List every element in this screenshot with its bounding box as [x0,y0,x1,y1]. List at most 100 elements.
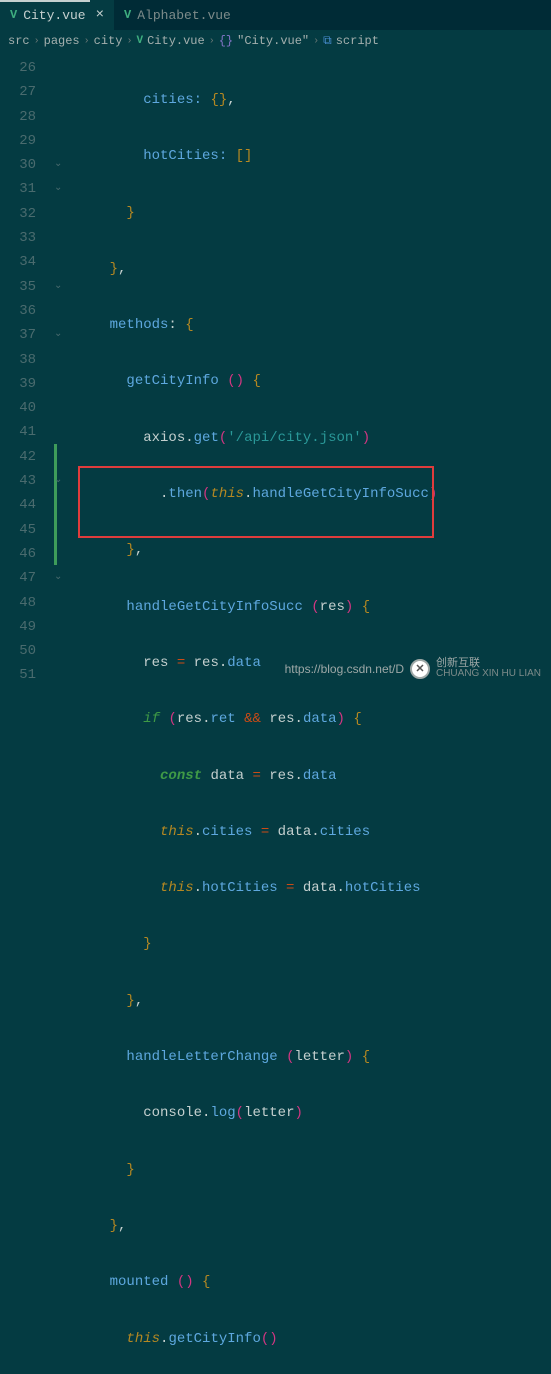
fold-cell[interactable]: ⌄ [54,566,76,590]
line-number: 46 [0,542,36,566]
code-line: if (res.ret && res.data) { [76,707,551,731]
fold-column: ⌄⌄⌄⌄⌄⌄ [54,52,76,687]
fold-cell[interactable]: ⌄ [54,469,76,493]
fold-cell [54,348,76,372]
tab-city-vue[interactable]: V City.vue × [0,0,114,30]
chevron-right-icon: › [84,36,90,47]
fold-cell [54,372,76,396]
breadcrumb-tag[interactable]: script [336,34,379,48]
code-line: this.hotCities = data.hotCities [76,876,551,900]
chevron-right-icon: › [209,36,215,47]
fold-cell[interactable]: ⌄ [54,177,76,201]
chevron-right-icon: › [34,36,40,47]
braces-icon: {} [219,34,233,48]
code-line: handleLetterChange (letter) { [76,1045,551,1069]
code-line: const data = res.data [76,764,551,788]
vue-icon: V [124,8,131,22]
breadcrumb-file[interactable]: City.vue [147,34,205,48]
code-line: }, [76,989,551,1013]
line-number: 31 [0,177,36,201]
fold-cell [54,420,76,444]
line-number: 34 [0,250,36,274]
tab-label: Alphabet.vue [137,8,231,23]
line-number: 38 [0,348,36,372]
breadcrumb-object[interactable]: "City.vue" [237,34,309,48]
line-number: 41 [0,420,36,444]
code-line: axios.get('/api/city.json') [76,426,551,450]
line-number: 33 [0,226,36,250]
watermark-brand-en: CHUANG XIN HU LIAN [436,669,541,679]
line-number: 26 [0,56,36,80]
code-line: }, [76,538,551,562]
fold-cell [54,493,76,517]
tab-bar: V City.vue × V Alphabet.vue [0,0,551,30]
line-number: 48 [0,591,36,615]
line-number: 29 [0,129,36,153]
fold-cell [54,226,76,250]
line-number-gutter: 2627282930313233343536373839404142434445… [0,52,54,687]
fold-cell [54,639,76,663]
tag-icon: ⧉ [323,34,332,48]
fold-cell[interactable]: ⌄ [54,275,76,299]
code-line: this.cities = data.cities [76,820,551,844]
line-number: 44 [0,493,36,517]
fold-cell [54,663,76,687]
tab-alphabet-vue[interactable]: V Alphabet.vue [114,0,241,30]
line-number: 39 [0,372,36,396]
fold-cell [54,518,76,542]
code-line: hotCities: [] [76,144,551,168]
code-line: } [76,201,551,225]
code-editor[interactable]: 2627282930313233343536373839404142434445… [0,52,551,687]
line-number: 30 [0,153,36,177]
line-number: 40 [0,396,36,420]
chevron-right-icon: › [313,36,319,47]
fold-cell [54,105,76,129]
line-number: 35 [0,275,36,299]
breadcrumb-item[interactable]: city [94,34,123,48]
code-line: }, [76,257,551,281]
line-number: 50 [0,639,36,663]
chevron-right-icon: › [126,36,132,47]
fold-cell [54,396,76,420]
line-number: 37 [0,323,36,347]
fold-cell [54,202,76,226]
tab-label: City.vue [23,8,85,23]
vue-icon: V [10,8,17,22]
code-line: cities: {}, [76,88,551,112]
watermark-url: https://blog.csdn.net/D [285,662,404,676]
code-line: getCityInfo () { [76,369,551,393]
logo-icon: ✕ [410,659,430,679]
code-line: this.getCityInfo() [76,1327,551,1351]
fold-cell[interactable]: ⌄ [54,153,76,177]
close-icon[interactable]: × [96,7,104,23]
code-line: } [76,932,551,956]
fold-cell [54,250,76,274]
fold-cell [54,445,76,469]
breadcrumb-item[interactable]: src [8,34,30,48]
breadcrumb: src › pages › city › V City.vue › {} "Ci… [0,30,551,52]
line-number: 36 [0,299,36,323]
code-line: methods: { [76,313,551,337]
vue-icon: V [136,35,143,47]
line-number: 42 [0,445,36,469]
line-number: 45 [0,518,36,542]
watermark: https://blog.csdn.net/D ✕ 创新互联 CHUANG XI… [285,658,541,679]
line-number: 28 [0,105,36,129]
active-tab-indicator [0,0,90,2]
code-area[interactable]: cities: {}, hotCities: [] } }, methods: … [76,52,551,687]
line-number: 27 [0,80,36,104]
fold-cell[interactable]: ⌄ [54,323,76,347]
code-line: handleGetCityInfoSucc (res) { [76,595,551,619]
fold-cell [54,80,76,104]
fold-cell [54,299,76,323]
fold-cell [54,129,76,153]
code-line: } [76,1158,551,1182]
line-number: 47 [0,566,36,590]
code-line: mounted () { [76,1270,551,1294]
fold-cell [54,542,76,566]
line-number: 49 [0,615,36,639]
breadcrumb-item[interactable]: pages [44,34,80,48]
line-number: 51 [0,663,36,687]
fold-cell [54,615,76,639]
line-number: 32 [0,202,36,226]
